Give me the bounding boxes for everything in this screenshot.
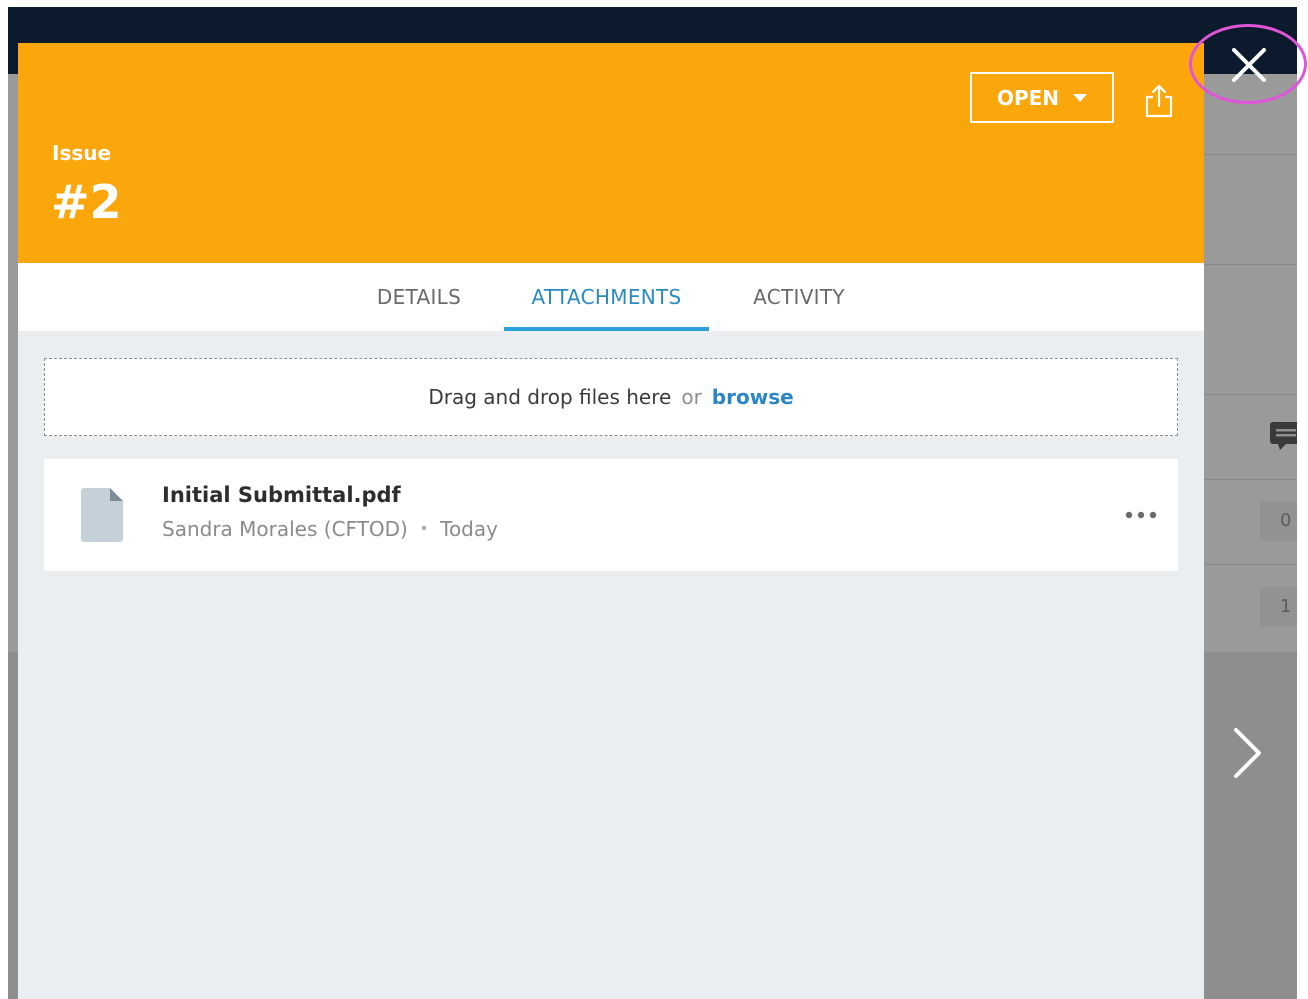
tab-details[interactable]: DETAILS: [354, 263, 484, 331]
issue-type-label: Issue: [52, 141, 112, 165]
tab-activity[interactable]: ACTIVITY: [730, 263, 868, 331]
more-options-icon[interactable]: [1120, 501, 1162, 529]
background-row-divider: [1204, 479, 1297, 480]
background-count-badge: 0: [1260, 501, 1297, 541]
attachment-meta: Sandra Morales (CFTOD) • Today: [162, 517, 498, 541]
attachment-name[interactable]: Initial Submittal.pdf: [162, 483, 401, 507]
comment-icon: [1270, 422, 1297, 450]
issue-detail-panel: Issue #2 OPEN DETAILS ATTACHMENTS ACTIVI…: [18, 43, 1204, 999]
background-row-divider: [1204, 264, 1297, 265]
dropzone-or: or: [681, 385, 702, 409]
issue-tabs: DETAILS ATTACHMENTS ACTIVITY: [18, 263, 1204, 331]
chevron-right-icon[interactable]: [1226, 722, 1268, 784]
background-row-divider: [1204, 154, 1297, 155]
background-row-divider: [1204, 564, 1297, 565]
attachment-author: Sandra Morales (CFTOD): [162, 517, 408, 541]
share-icon[interactable]: [1144, 83, 1174, 119]
tab-label: ACTIVITY: [753, 285, 845, 309]
status-label: OPEN: [996, 85, 1060, 110]
dropzone-text: Drag and drop files here: [428, 385, 672, 409]
tab-label: ATTACHMENTS: [531, 285, 682, 309]
background-count-badge: 1: [1260, 587, 1297, 627]
attachment-date: Today: [440, 517, 498, 541]
tab-attachments[interactable]: ATTACHMENTS: [504, 263, 709, 331]
chevron-down-icon: [1073, 93, 1088, 102]
file-dropzone[interactable]: Drag and drop files here or browse: [44, 358, 1178, 436]
tab-label: DETAILS: [376, 285, 462, 309]
background-row-divider: [1204, 394, 1297, 395]
attachment-list-item[interactable]: Initial Submittal.pdf Sandra Morales (CF…: [44, 459, 1178, 571]
browse-link[interactable]: browse: [712, 385, 794, 409]
status-dropdown-button[interactable]: OPEN: [970, 72, 1114, 123]
issue-number: #2: [51, 175, 122, 229]
issue-header: Issue #2 OPEN: [18, 43, 1204, 263]
highlight-ring: [1189, 24, 1307, 104]
meta-separator: •: [419, 521, 429, 537]
file-icon: [81, 488, 123, 542]
active-tab-indicator: [504, 327, 709, 331]
